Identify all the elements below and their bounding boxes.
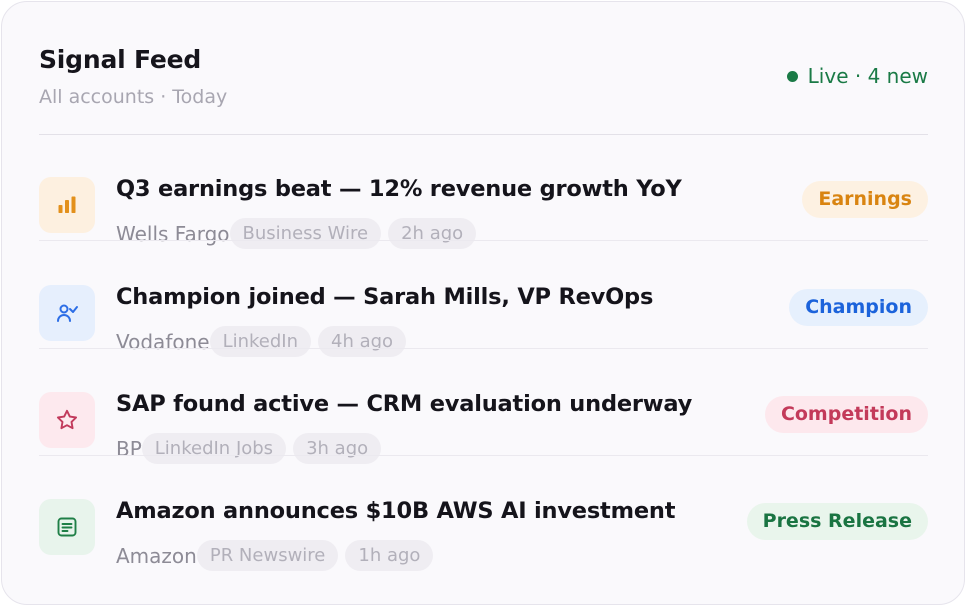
page-title: Signal Feed: [39, 45, 202, 74]
signal-tag[interactable]: Earnings: [802, 181, 928, 218]
signal-tag[interactable]: Competition: [764, 396, 928, 433]
signal-company: Amazon: [116, 543, 197, 568]
signal-headline: Q3 earnings beat — 12% revenue growth Yo…: [116, 176, 682, 202]
signal-row[interactable]: Amazon announces $10B AWS AI investment …: [39, 456, 928, 571]
live-status-label: Live · 4 new: [807, 64, 928, 88]
signal-icon-box: [39, 499, 95, 555]
signal-icon-box: [39, 285, 95, 341]
signal-row[interactable]: Champion joined — Sarah Mills, VP RevOps…: [39, 242, 928, 357]
signal-headline: Champion joined — Sarah Mills, VP RevOps: [116, 284, 654, 310]
signal-tag[interactable]: Champion: [789, 289, 928, 326]
signal-meta: Amazon PR Newswire 1h ago: [116, 540, 440, 571]
time-chip: 1h ago: [345, 540, 434, 571]
signal-row[interactable]: SAP found active — CRM evaluation underw…: [39, 349, 928, 464]
row-divider: [39, 240, 928, 241]
source-chip: PR Newswire: [196, 540, 339, 571]
user-add-icon: [57, 304, 78, 322]
signal-headline: Amazon announces $10B AWS AI investment: [116, 498, 676, 524]
bar-chart-icon: [58, 196, 76, 213]
signal-tag[interactable]: Press Release: [746, 503, 928, 540]
signal-feed-card: Signal Feed All accounts · Today Live · …: [1, 1, 965, 605]
page-subtitle: All accounts · Today: [39, 86, 228, 108]
signal-icon-box: [39, 177, 95, 233]
signal-headline: SAP found active — CRM evaluation underw…: [116, 391, 693, 417]
document-icon: [57, 517, 77, 537]
live-status: Live · 4 new: [786, 64, 928, 88]
star-icon: [56, 409, 78, 430]
signal-row[interactable]: Q3 earnings beat — 12% revenue growth Yo…: [39, 134, 928, 249]
signal-icon-box: [39, 392, 95, 448]
live-dot-icon: [786, 70, 798, 82]
